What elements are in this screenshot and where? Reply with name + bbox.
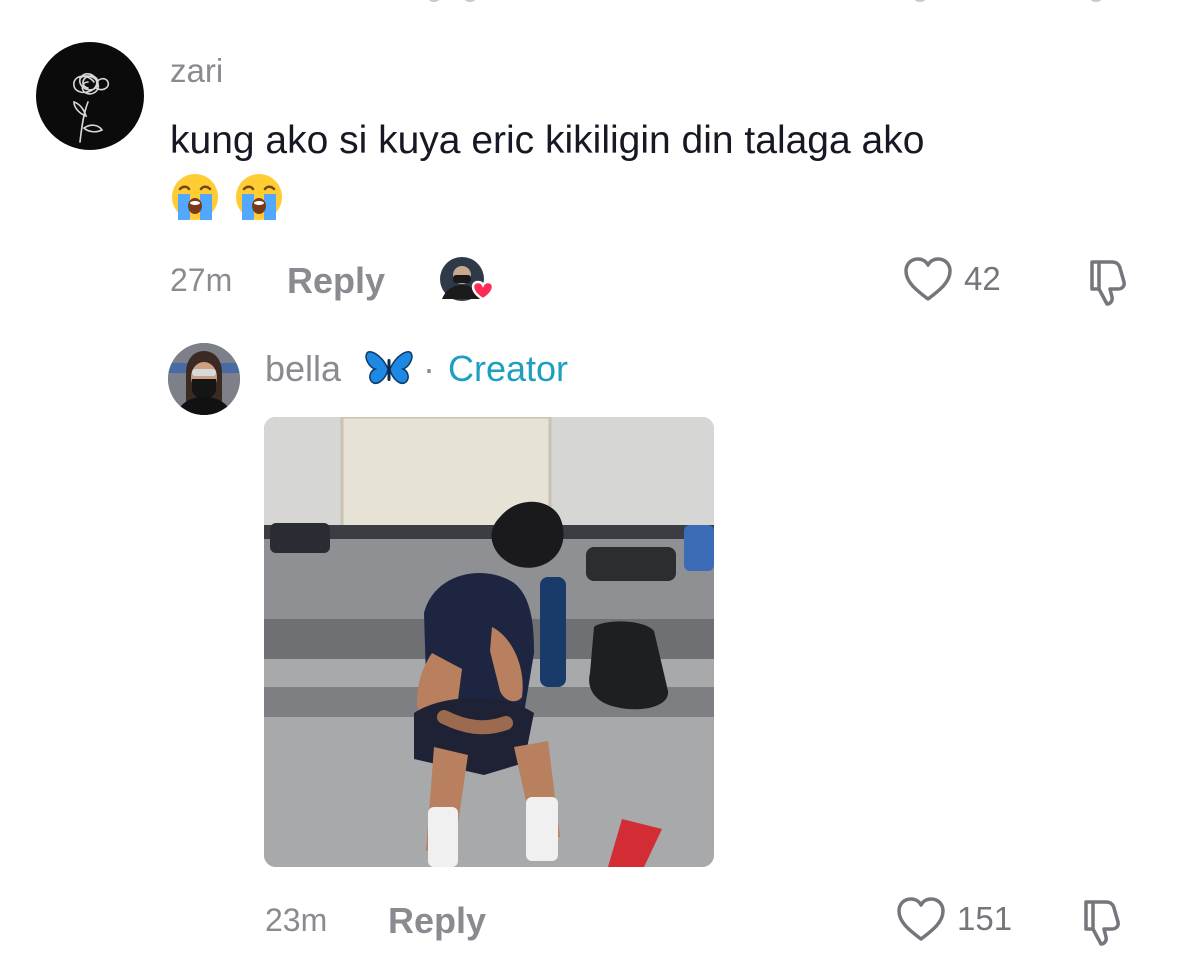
comment-text: kung ako si kuya eric kikiligin din tala… xyxy=(170,119,925,162)
reply-button[interactable]: Reply xyxy=(388,900,486,942)
butterfly-emoji-icon xyxy=(365,351,413,384)
comment-image[interactable] xyxy=(264,417,714,867)
loudly-crying-face-icon xyxy=(172,174,218,220)
comment-timestamp: 27m xyxy=(170,262,233,298)
user-photo-avatar xyxy=(168,343,240,415)
creator-badge: Creator xyxy=(448,348,569,389)
avatar[interactable] xyxy=(36,42,144,150)
like-count: 42 xyxy=(964,260,1001,297)
liked-by-creator-indicator xyxy=(438,255,496,305)
loudly-crying-face-icon xyxy=(236,174,282,220)
like-button[interactable]: 42 xyxy=(902,255,1001,303)
like-button[interactable]: 151 xyxy=(895,895,1012,943)
reply-button[interactable]: Reply xyxy=(287,260,385,302)
comment-username[interactable]: bella xyxy=(265,348,341,390)
scribble-flower-avatar-art xyxy=(73,72,110,143)
dislike-icon[interactable] xyxy=(1076,896,1126,946)
previous-row-cutoff xyxy=(0,0,1179,2)
bench-photo xyxy=(264,417,714,867)
separator-dot: · xyxy=(423,348,435,389)
avatar[interactable] xyxy=(168,343,240,415)
heart-outline-icon xyxy=(904,257,952,301)
comment-username[interactable]: zari xyxy=(170,52,223,90)
comment-timestamp: 23m xyxy=(265,902,328,938)
heart-outline-icon xyxy=(897,897,945,941)
dislike-icon[interactable] xyxy=(1082,256,1132,306)
emoji-row xyxy=(170,172,284,222)
like-count: 151 xyxy=(957,900,1013,937)
creator-liked-heart-icon xyxy=(440,257,495,301)
